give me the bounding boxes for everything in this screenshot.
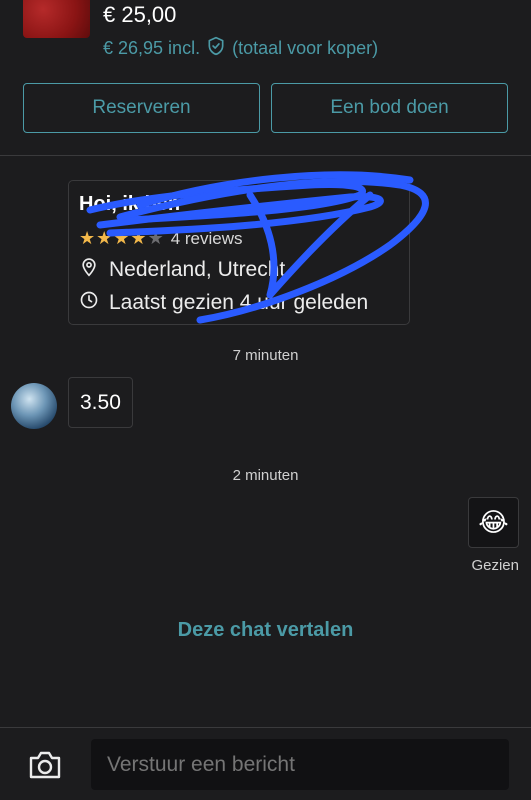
- rating-row: ★ ★ ★ ★ ★ 4 reviews: [79, 228, 243, 249]
- seller-avatar[interactable]: [11, 383, 57, 429]
- seller-profile-card[interactable]: Hoi, ik ben ★ ★ ★ ★ ★ 4 reviews Nederlan…: [68, 180, 410, 325]
- message-timestamp: 7 minuten: [232, 347, 299, 364]
- clock-icon: [79, 290, 99, 316]
- divider: [0, 155, 531, 156]
- star-filled-icon: ★: [130, 228, 147, 248]
- reserve-button[interactable]: Reserveren: [23, 83, 260, 133]
- location-text: Nederland, Utrecht: [109, 258, 286, 281]
- price-incl-buyer: € 26,95 incl. (totaal voor koper): [103, 36, 378, 61]
- location-pin-icon: [79, 257, 99, 283]
- camera-icon[interactable]: [27, 748, 63, 782]
- star-filled-icon: ★: [113, 228, 130, 248]
- make-offer-button[interactable]: Een bod doen: [271, 83, 508, 133]
- shield-check-icon[interactable]: [206, 36, 226, 61]
- translate-chat-link[interactable]: Deze chat vertalen: [0, 619, 531, 642]
- message-timestamp: 2 minuten: [232, 467, 299, 484]
- star-filled-icon: ★: [96, 228, 113, 248]
- price: € 25,00: [103, 2, 177, 27]
- divider: [0, 727, 531, 728]
- outgoing-message: 😂: [468, 497, 519, 548]
- price-incl-note: (totaal voor koper): [232, 38, 379, 58]
- profile-greeting: Hoi, ik ben: [79, 193, 181, 215]
- seen-status: Gezien: [471, 557, 519, 574]
- star-empty-icon: ★: [147, 228, 164, 248]
- price-incl-amount: € 26,95 incl.: [103, 38, 201, 58]
- location-row: Nederland, Utrecht: [79, 257, 285, 283]
- reviews-count[interactable]: 4 reviews: [171, 229, 243, 249]
- incoming-message: 3.50: [68, 377, 133, 428]
- message-input[interactable]: [91, 739, 509, 790]
- star-filled-icon: ★: [79, 228, 96, 248]
- product-thumbnail[interactable]: [23, 0, 90, 38]
- last-seen-row: Laatst gezien 4 uur geleden: [79, 290, 368, 316]
- last-seen-text: Laatst gezien 4 uur geleden: [109, 291, 369, 314]
